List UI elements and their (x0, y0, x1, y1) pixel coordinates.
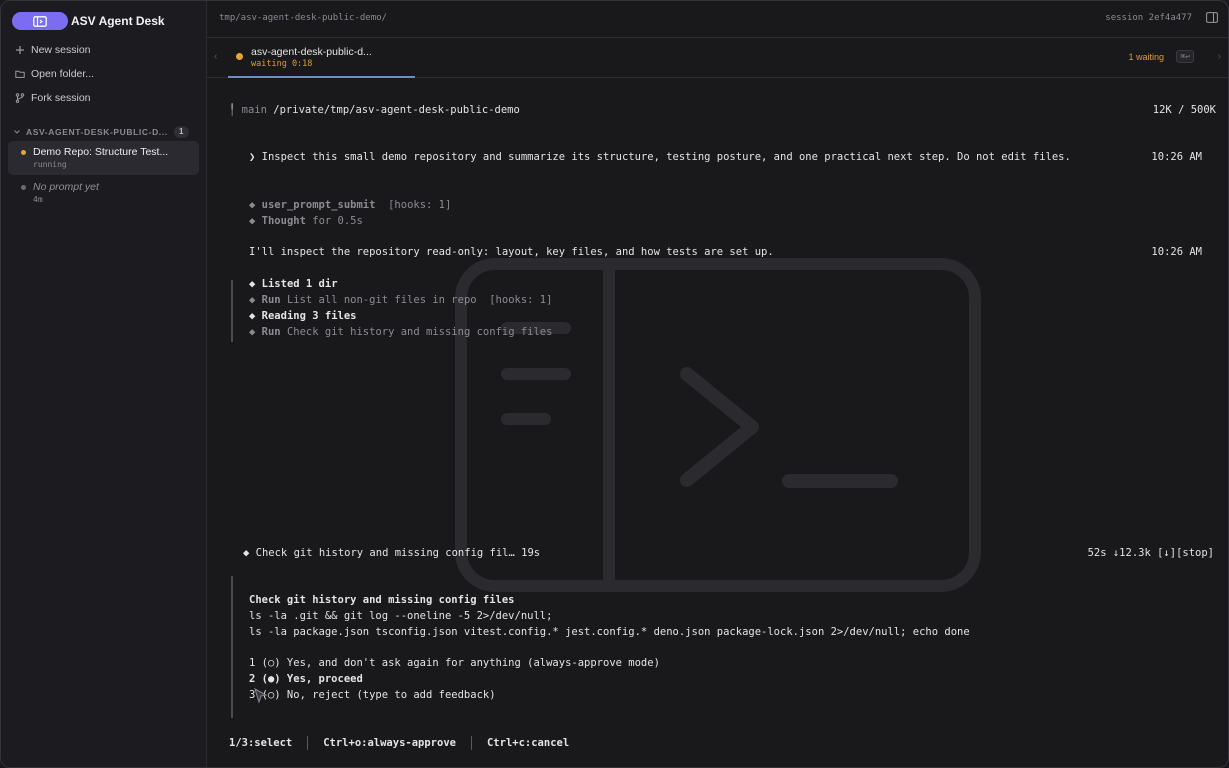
tool-step[interactable]: ◆ Run List all non-git files in repo [ho… (249, 294, 552, 306)
approval-command-2: ls -la package.json tsconfig.json vitest… (249, 626, 970, 638)
tab-title: asv-agent-desk-public-d... (251, 46, 372, 58)
bullet-icon: ◆ (249, 278, 256, 290)
key-hints: 1/3:select Ctrl+o:always-approve Ctrl+c:ca… (229, 736, 569, 750)
bullet-icon: ◆ (249, 199, 256, 211)
shortcut-hint: ⌘↩ (1176, 50, 1194, 63)
running-task: ◆ Check git history and missing config f… (243, 547, 541, 559)
user-prompt: ❯ Inspect this small demo repository and… (249, 151, 1071, 163)
bullet-icon: ◆ (249, 294, 256, 306)
fork-session-button[interactable]: Fork session (15, 92, 91, 104)
hint-cancel: Ctrl+c:cancel (486, 737, 570, 749)
tool-step-name: Run (261, 326, 281, 338)
tool-step-name: Run (261, 294, 281, 306)
hint-separator (307, 736, 309, 750)
terminal-app-icon (33, 15, 47, 27)
session-title: Demo Repo: Structure Test... (33, 146, 169, 158)
hook-event-line: ◆ user_prompt_submit [hooks: 1] (249, 199, 451, 211)
new-session-button[interactable]: New session (15, 44, 91, 56)
session-item-idle[interactable]: No prompt yet 4m (8, 177, 199, 207)
tool-step[interactable]: ◆ Reading 3 files (249, 310, 356, 322)
approval-option-always[interactable]: 1 (○) Yes, and don't ask again for anyth… (249, 657, 660, 669)
waiting-count[interactable]: 1 waiting (1128, 52, 1164, 62)
chevron-down-icon (14, 130, 20, 134)
message-timestamp: 10:26 AM (1151, 246, 1202, 258)
open-folder-label: Open folder... (31, 68, 95, 80)
sidebar: ASV Agent Desk New session Open folder..… (1, 1, 207, 767)
breadcrumb-path: tmp/asv-agent-desk-public-demo/ (219, 13, 387, 23)
status-line: ╿ main /private/tmp/asv-agent-desk-publi… (229, 104, 520, 116)
approval-option-proceed[interactable]: 2 (●) Yes, proceed (249, 673, 363, 685)
approval-bar (231, 576, 233, 718)
branch-icon: ╿ (229, 104, 236, 116)
app-logo (12, 12, 68, 30)
cwd-path: /private/tmp/asv-agent-desk-public-demo (273, 104, 520, 116)
session-status-dot (21, 150, 26, 155)
terminal-watermark-icon (455, 258, 981, 592)
fork-icon (15, 93, 25, 103)
hint-always-approve: Ctrl+o:always-approve (323, 737, 456, 749)
fork-session-label: Fork session (31, 92, 91, 104)
tab-scroll-right-icon[interactable]: › (1218, 51, 1221, 62)
tool-step-detail: Check git history and missing config fil… (280, 326, 553, 338)
tab-scroll-left-icon[interactable]: ‹ (214, 51, 217, 62)
app-name: ASV Agent Desk (71, 14, 165, 28)
new-session-label: New session (31, 44, 91, 56)
branch-name: main (241, 104, 267, 116)
hint-separator (470, 736, 472, 750)
plus-icon (16, 46, 24, 54)
tab-status: waiting 0:18 (251, 59, 313, 69)
project-group-label: ASV-AGENT-DESK-PUBLIC-D... (26, 127, 168, 137)
tool-step-name: Reading 3 files (261, 310, 357, 322)
tab-bar: ‹ asv-agent-desk-public-d... waiting 0:1… (207, 38, 1228, 78)
open-folder-button[interactable]: Open folder... (15, 68, 94, 80)
hook-meta: [hooks: 1] (381, 199, 452, 211)
brand: ASV Agent Desk (12, 12, 165, 30)
hint-select: 1/3:select (229, 737, 293, 749)
session-title: No prompt yet (33, 181, 99, 193)
thought-duration: for 0.5s (305, 215, 363, 227)
approval-command-1: ls -la .git && git log --oneline -5 2>/d… (249, 610, 553, 622)
bullet-icon: ◆ (249, 215, 256, 227)
folder-icon (15, 70, 25, 78)
tool-step-name: Listed 1 dir (261, 278, 338, 290)
token-usage: 12K / 500K (1152, 104, 1216, 116)
session-status-dot (21, 185, 26, 190)
tool-step[interactable]: ◆ Listed 1 dir (249, 278, 338, 290)
hook-name: user_prompt_submit (261, 199, 376, 211)
running-stats[interactable]: 52s ↓12.3k [↓][stop] (1088, 547, 1214, 559)
top-bar: tmp/asv-agent-desk-public-demo/ session … (207, 1, 1228, 38)
approval-option-reject[interactable]: 3 (○) No, reject (type to add feedback) (249, 689, 496, 701)
session-status: running (33, 160, 67, 169)
tab-status-dot (236, 53, 243, 60)
mouse-cursor-icon (254, 688, 268, 704)
project-session-count: 1 (173, 126, 189, 138)
tool-step[interactable]: ◆ Run Check git history and missing conf… (249, 326, 552, 338)
assistant-message: I'll inspect the repository read-only: l… (249, 246, 774, 258)
session-age: 4m (33, 195, 43, 204)
prompt-timestamp: 10:26 AM (1151, 151, 1202, 163)
thought-label: Thought (261, 215, 306, 227)
thought-line: ◆ Thought for 0.5s (249, 215, 363, 227)
project-group-header[interactable]: ASV-AGENT-DESK-PUBLIC-D... 1 (13, 126, 193, 138)
session-id: session 2ef4a477 (1105, 13, 1192, 23)
tab-session[interactable]: asv-agent-desk-public-d... waiting 0:18 (228, 38, 415, 78)
tool-group-bar (231, 280, 233, 342)
session-item-active[interactable]: Demo Repo: Structure Test... running (8, 141, 199, 175)
terminal-pane[interactable]: ╿ main /private/tmp/asv-agent-desk-publi… (207, 78, 1228, 767)
tool-step-detail: List all non-git files in repo [hooks: 1… (280, 294, 553, 306)
app-window: ASV Agent Desk New session Open folder..… (0, 0, 1229, 768)
toggle-panel-icon[interactable] (1206, 12, 1218, 23)
approval-title: Check git history and missing config fil… (249, 594, 515, 606)
bullet-icon: ◆ (249, 310, 256, 322)
bullet-icon: ◆ (249, 326, 256, 338)
